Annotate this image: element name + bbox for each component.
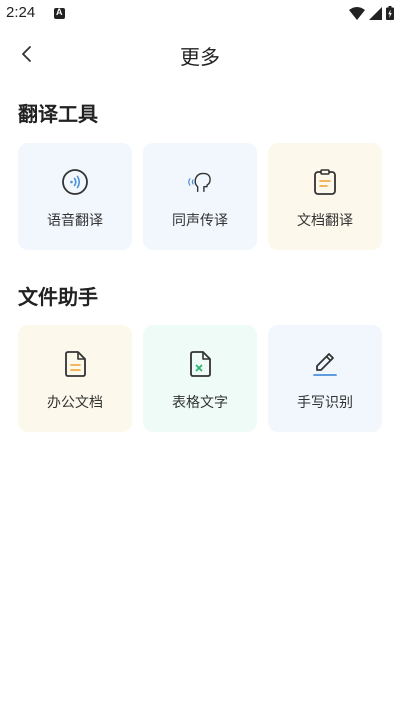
- document-translate-icon: [311, 168, 339, 196]
- card-label: 表格文字: [172, 395, 228, 411]
- status-bar: 2:24: [0, 0, 400, 28]
- status-icons: [349, 6, 394, 20]
- simultaneous-interpret-icon: [186, 168, 214, 196]
- section-title-file-assistant: 文件助手: [18, 285, 98, 309]
- card-label: 文档翻译: [297, 213, 353, 229]
- handwriting-recognition-icon: [311, 350, 339, 378]
- card-spreadsheet-text[interactable]: 表格文字: [143, 325, 257, 432]
- navigation-bar: 更多: [0, 32, 400, 76]
- office-document-icon: [61, 350, 89, 378]
- page-title: 更多: [180, 45, 220, 69]
- card-voice-translate[interactable]: 语音翻译: [18, 143, 132, 250]
- card-office-document[interactable]: 办公文档: [18, 325, 132, 432]
- card-label: 手写识别: [297, 395, 353, 411]
- card-simultaneous-interpret[interactable]: 同声传译: [143, 143, 257, 250]
- battery-charging-icon: [386, 6, 394, 20]
- card-label: 语音翻译: [47, 213, 103, 229]
- card-handwriting-recognition[interactable]: 手写识别: [268, 325, 382, 432]
- cellular-signal-icon: [369, 6, 382, 20]
- voice-translate-icon: [61, 168, 89, 196]
- wifi-icon: [349, 6, 365, 20]
- app-notification-icon: [54, 7, 65, 19]
- card-label: 同声传译: [172, 213, 228, 229]
- file-assistant-grid: 办公文档 表格文字 手写识别: [18, 325, 382, 432]
- card-document-translate[interactable]: 文档翻译: [268, 143, 382, 250]
- section-title-translation-tools: 翻译工具: [18, 102, 98, 126]
- status-time: 2:24: [6, 4, 36, 21]
- spreadsheet-text-icon: [186, 350, 214, 378]
- card-label: 办公文档: [47, 395, 103, 411]
- translation-tools-grid: 语音翻译 同声传译 文档翻译: [18, 143, 382, 250]
